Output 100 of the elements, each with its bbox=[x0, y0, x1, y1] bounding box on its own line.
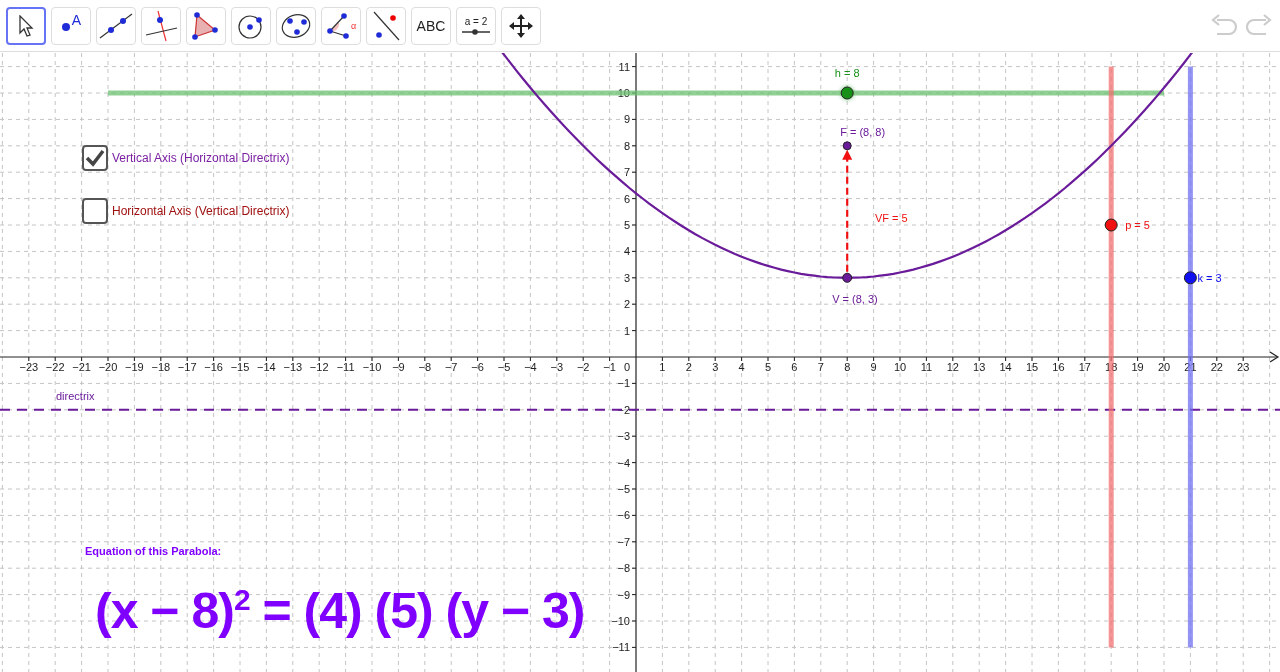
tick-label: −2 bbox=[576, 361, 590, 373]
point-tool-button[interactable]: A bbox=[51, 6, 91, 45]
tick-label: 16 bbox=[1052, 361, 1065, 373]
origin-label: 0 bbox=[623, 361, 630, 373]
line-icon bbox=[99, 12, 133, 39]
tick-label: −5 bbox=[617, 483, 630, 495]
slider-label: k = 3 bbox=[1197, 271, 1222, 284]
tick-label: 6 bbox=[791, 361, 798, 373]
checkbox[interactable] bbox=[82, 198, 108, 224]
tick-label: 1 bbox=[659, 361, 666, 373]
perpendicular-lines-icon bbox=[144, 9, 178, 42]
directrix-label: directrix bbox=[56, 389, 95, 402]
slider-tool-button[interactable]: a = 2 bbox=[456, 6, 496, 45]
tick-label: −4 bbox=[524, 361, 537, 373]
tick-label: 2 bbox=[623, 298, 630, 311]
tick-label: 8 bbox=[844, 361, 851, 373]
tick-label: 9 bbox=[623, 113, 630, 126]
slider-label: h = 8 bbox=[834, 67, 860, 79]
tick-label: 7 bbox=[817, 361, 824, 373]
tick-label: 2 bbox=[685, 361, 692, 373]
perpendicular-tool-button[interactable] bbox=[141, 6, 181, 45]
move-tool-button[interactable] bbox=[6, 6, 46, 45]
tick-label: −19 bbox=[125, 361, 144, 373]
tick-label: 7 bbox=[623, 166, 630, 179]
conic-tool-button[interactable] bbox=[276, 6, 316, 45]
tick-label: 11 bbox=[618, 60, 630, 73]
tick-label: −22 bbox=[45, 361, 65, 373]
tick-label: −9 bbox=[392, 361, 405, 373]
slider-handle[interactable] bbox=[1183, 271, 1197, 285]
slider-handle[interactable] bbox=[840, 86, 854, 100]
tick-label: 4 bbox=[623, 245, 630, 258]
point-reflection-icon bbox=[371, 10, 401, 41]
tick-label: 10 bbox=[617, 87, 630, 99]
point-label: F = (8, 8) bbox=[840, 125, 886, 138]
tick-label: 5 bbox=[623, 219, 630, 231]
tick-label: −1 bbox=[617, 377, 630, 390]
polygon-tool-button[interactable] bbox=[186, 6, 226, 45]
cursor-icon bbox=[18, 14, 34, 37]
tick-label: 11 bbox=[920, 361, 933, 373]
tick-label: 15 bbox=[1025, 361, 1039, 373]
tick-label: −5 bbox=[497, 361, 511, 373]
tick-label: 3 bbox=[712, 361, 719, 373]
tick-label: −4 bbox=[617, 456, 630, 469]
tick-label: −16 bbox=[204, 361, 223, 373]
reflect-tool-button[interactable] bbox=[366, 6, 406, 45]
tick-label: 1 bbox=[623, 324, 630, 337]
tick-label: −14 bbox=[257, 361, 276, 373]
tick-label: −12 bbox=[309, 361, 329, 373]
distance-label: VF = 5 bbox=[874, 212, 908, 225]
vertex-point[interactable] bbox=[842, 272, 853, 283]
checkbox-label: Vertical Axis (Horizontal Directrix) bbox=[112, 151, 290, 165]
tick-label: −9 bbox=[617, 588, 630, 601]
tick-label: 12 bbox=[946, 361, 959, 373]
tick-label: 19 bbox=[1131, 361, 1144, 373]
tick-label: −3 bbox=[550, 361, 564, 373]
move-arrows-icon bbox=[508, 12, 534, 39]
tick-label: −7 bbox=[617, 535, 630, 548]
tick-label: −23 bbox=[19, 361, 39, 373]
tick-label: −6 bbox=[617, 509, 630, 522]
checkbox-label: Horizontal Axis (Vertical Directrix) bbox=[112, 204, 290, 218]
tick-label: −13 bbox=[283, 361, 303, 373]
tick-label: −10 bbox=[611, 615, 630, 627]
tick-label: 9 bbox=[870, 361, 877, 373]
tick-label: −7 bbox=[444, 361, 458, 373]
parabola-equation: (x − 8)$^{2}$ = (4) (5) (y − 3) bbox=[95, 582, 585, 640]
line-tool-button[interactable] bbox=[96, 6, 136, 45]
text-tool-button[interactable]: ABC bbox=[411, 6, 451, 45]
tick-label: −18 bbox=[151, 361, 171, 373]
tick-label: 17 bbox=[1078, 361, 1091, 373]
circle-tool-button[interactable] bbox=[231, 6, 271, 45]
focus-point[interactable] bbox=[842, 141, 852, 151]
tick-label: 4 bbox=[738, 361, 745, 373]
tick-label: −20 bbox=[98, 361, 118, 373]
tick-label: −6 bbox=[471, 361, 484, 373]
tick-label: −10 bbox=[362, 361, 382, 373]
ellipse-icon bbox=[280, 11, 312, 40]
tick-label: −8 bbox=[418, 361, 432, 373]
tick-label: −2 bbox=[617, 403, 630, 416]
tick-label: 10 bbox=[893, 361, 907, 373]
tick-label: −11 bbox=[336, 361, 355, 373]
slider-handle[interactable] bbox=[1104, 218, 1118, 232]
tick-label: 3 bbox=[623, 271, 630, 284]
equation-caption: Equation of this Parabola: bbox=[85, 545, 222, 557]
checkbox[interactable] bbox=[82, 145, 108, 171]
tick-label: 8 bbox=[623, 139, 630, 152]
point-icon bbox=[60, 21, 71, 32]
tick-label: −21 bbox=[72, 361, 91, 373]
angle-icon bbox=[325, 12, 350, 39]
tick-label: 18 bbox=[1105, 361, 1118, 373]
tick-label: −17 bbox=[177, 361, 197, 373]
tick-label: −8 bbox=[617, 562, 630, 575]
angle-tool-button[interactable]: α bbox=[321, 6, 361, 45]
tick-label: 6 bbox=[623, 192, 630, 205]
tick-label: 22 bbox=[1210, 361, 1223, 373]
tick-label: −11 bbox=[612, 641, 630, 654]
triangle-icon bbox=[192, 11, 220, 40]
tick-label: 21 bbox=[1184, 361, 1197, 373]
tick-label: 20 bbox=[1157, 361, 1171, 373]
pan-tool-button[interactable] bbox=[501, 6, 541, 45]
slider-label: p = 5 bbox=[1125, 219, 1150, 231]
